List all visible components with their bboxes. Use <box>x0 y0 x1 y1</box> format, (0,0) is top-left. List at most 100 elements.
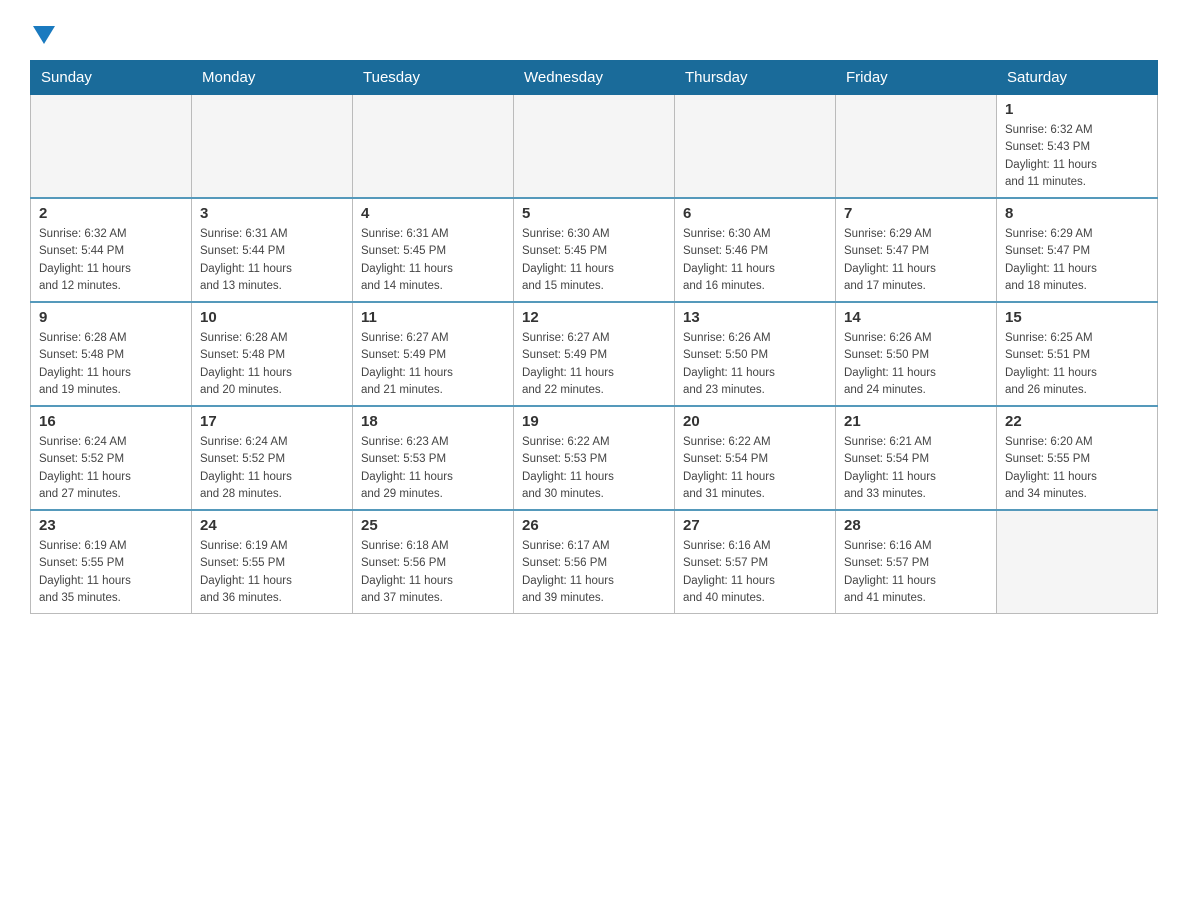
weekday-header-tuesday: Tuesday <box>353 61 514 95</box>
weekday-header-saturday: Saturday <box>997 61 1158 95</box>
day-info: Sunrise: 6:24 AM Sunset: 5:52 PM Dayligh… <box>39 434 183 503</box>
day-info: Sunrise: 6:32 AM Sunset: 5:43 PM Dayligh… <box>1005 122 1149 191</box>
weekday-header-sunday: Sunday <box>31 61 192 95</box>
day-cell: 12 Sunrise: 6:27 AM Sunset: 5:49 PM Dayli… <box>514 302 675 406</box>
day-cell: 28 Sunrise: 6:16 AM Sunset: 5:57 PM Dayli… <box>836 510 997 614</box>
day-info: Sunrise: 6:22 AM Sunset: 5:53 PM Dayligh… <box>522 434 666 503</box>
day-cell: 20Sunrise: 6:22 AM Sunset: 5:54 PM Dayli… <box>675 406 836 510</box>
day-info: Sunrise: 6:21 AM Sunset: 5:54 PM Dayligh… <box>844 434 988 503</box>
day-number: 4 <box>361 205 505 222</box>
day-info: Sunrise: 6:26 AM Sunset: 5:50 PM Dayligh… <box>683 330 827 399</box>
day-cell: 23 Sunrise: 6:19 AM Sunset: 5:55 PM Dayli… <box>31 510 192 614</box>
day-info: Sunrise: 6:16 AM Sunset: 5:57 PM Dayligh… <box>683 538 827 607</box>
day-info: Sunrise: 6:17 AM Sunset: 5:56 PM Dayligh… <box>522 538 666 607</box>
day-number: 24 <box>200 517 344 534</box>
day-info: Sunrise: 6:27 AM Sunset: 5:49 PM Dayligh… <box>361 330 505 399</box>
day-info: Sunrise: 6:19 AM Sunset: 5:55 PM Dayligh… <box>200 538 344 607</box>
day-number: 5 <box>522 205 666 222</box>
day-cell <box>353 95 514 199</box>
day-number: 7 <box>844 205 988 222</box>
day-info: Sunrise: 6:19 AM Sunset: 5:55 PM Dayligh… <box>39 538 183 607</box>
day-info: Sunrise: 6:20 AM Sunset: 5:55 PM Dayligh… <box>1005 434 1149 503</box>
day-info: Sunrise: 6:23 AM Sunset: 5:53 PM Dayligh… <box>361 434 505 503</box>
day-number: 26 <box>522 517 666 534</box>
day-cell <box>31 95 192 199</box>
day-info: Sunrise: 6:24 AM Sunset: 5:52 PM Dayligh… <box>200 434 344 503</box>
header-row: SundayMondayTuesdayWednesdayThursdayFrid… <box>31 61 1158 95</box>
day-number: 27 <box>683 517 827 534</box>
weekday-header-friday: Friday <box>836 61 997 95</box>
day-number: 2 <box>39 205 183 222</box>
day-info: Sunrise: 6:29 AM Sunset: 5:47 PM Dayligh… <box>844 226 988 295</box>
day-number: 12 <box>522 309 666 326</box>
day-info: Sunrise: 6:32 AM Sunset: 5:44 PM Dayligh… <box>39 226 183 295</box>
week-row-1: 2 Sunrise: 6:32 AM Sunset: 5:44 PM Daylig… <box>31 198 1158 302</box>
day-number: 21 <box>844 413 988 430</box>
day-cell: 25Sunrise: 6:18 AM Sunset: 5:56 PM Dayli… <box>353 510 514 614</box>
day-cell: 18 Sunrise: 6:23 AM Sunset: 5:53 PM Dayli… <box>353 406 514 510</box>
logo <box>30 20 55 50</box>
day-number: 16 <box>39 413 183 430</box>
day-info: Sunrise: 6:16 AM Sunset: 5:57 PM Dayligh… <box>844 538 988 607</box>
day-number: 17 <box>200 413 344 430</box>
day-info: Sunrise: 6:28 AM Sunset: 5:48 PM Dayligh… <box>39 330 183 399</box>
day-cell <box>997 510 1158 614</box>
week-row-2: 9Sunrise: 6:28 AM Sunset: 5:48 PM Daylig… <box>31 302 1158 406</box>
week-row-4: 23 Sunrise: 6:19 AM Sunset: 5:55 PM Dayli… <box>31 510 1158 614</box>
day-number: 25 <box>361 517 505 534</box>
day-cell: 21 Sunrise: 6:21 AM Sunset: 5:54 PM Dayli… <box>836 406 997 510</box>
day-number: 18 <box>361 413 505 430</box>
day-cell: 10 Sunrise: 6:28 AM Sunset: 5:48 PM Dayli… <box>192 302 353 406</box>
day-number: 22 <box>1005 413 1149 430</box>
week-row-0: 1 Sunrise: 6:32 AM Sunset: 5:43 PM Daylig… <box>31 95 1158 199</box>
week-row-3: 16 Sunrise: 6:24 AM Sunset: 5:52 PM Dayli… <box>31 406 1158 510</box>
day-number: 13 <box>683 309 827 326</box>
day-cell: 19 Sunrise: 6:22 AM Sunset: 5:53 PM Dayli… <box>514 406 675 510</box>
day-number: 14 <box>844 309 988 326</box>
day-number: 10 <box>200 309 344 326</box>
day-number: 11 <box>361 309 505 326</box>
day-info: Sunrise: 6:28 AM Sunset: 5:48 PM Dayligh… <box>200 330 344 399</box>
calendar-table: SundayMondayTuesdayWednesdayThursdayFrid… <box>30 60 1158 614</box>
day-info: Sunrise: 6:29 AM Sunset: 5:47 PM Dayligh… <box>1005 226 1149 295</box>
day-cell: 7 Sunrise: 6:29 AM Sunset: 5:47 PM Daylig… <box>836 198 997 302</box>
calendar-body: 1 Sunrise: 6:32 AM Sunset: 5:43 PM Daylig… <box>31 95 1158 614</box>
day-number: 19 <box>522 413 666 430</box>
day-number: 28 <box>844 517 988 534</box>
day-cell: 15Sunrise: 6:25 AM Sunset: 5:51 PM Dayli… <box>997 302 1158 406</box>
day-cell: 6 Sunrise: 6:30 AM Sunset: 5:46 PM Daylig… <box>675 198 836 302</box>
day-info: Sunrise: 6:30 AM Sunset: 5:45 PM Dayligh… <box>522 226 666 295</box>
day-cell: 2 Sunrise: 6:32 AM Sunset: 5:44 PM Daylig… <box>31 198 192 302</box>
day-cell <box>192 95 353 199</box>
day-info: Sunrise: 6:30 AM Sunset: 5:46 PM Dayligh… <box>683 226 827 295</box>
calendar-header: SundayMondayTuesdayWednesdayThursdayFrid… <box>31 61 1158 95</box>
day-number: 6 <box>683 205 827 222</box>
day-number: 15 <box>1005 309 1149 326</box>
weekday-header-thursday: Thursday <box>675 61 836 95</box>
day-cell: 5 Sunrise: 6:30 AM Sunset: 5:45 PM Daylig… <box>514 198 675 302</box>
day-cell <box>675 95 836 199</box>
weekday-header-wednesday: Wednesday <box>514 61 675 95</box>
day-cell: 1 Sunrise: 6:32 AM Sunset: 5:43 PM Daylig… <box>997 95 1158 199</box>
day-cell: 16 Sunrise: 6:24 AM Sunset: 5:52 PM Dayli… <box>31 406 192 510</box>
day-cell: 24 Sunrise: 6:19 AM Sunset: 5:55 PM Dayli… <box>192 510 353 614</box>
day-number: 3 <box>200 205 344 222</box>
day-number: 23 <box>39 517 183 534</box>
day-cell <box>836 95 997 199</box>
weekday-header-monday: Monday <box>192 61 353 95</box>
day-cell: 11 Sunrise: 6:27 AM Sunset: 5:49 PM Dayli… <box>353 302 514 406</box>
day-info: Sunrise: 6:27 AM Sunset: 5:49 PM Dayligh… <box>522 330 666 399</box>
page-header <box>30 20 1158 50</box>
day-cell: 3Sunrise: 6:31 AM Sunset: 5:44 PM Daylig… <box>192 198 353 302</box>
day-info: Sunrise: 6:31 AM Sunset: 5:45 PM Dayligh… <box>361 226 505 295</box>
day-cell: 4 Sunrise: 6:31 AM Sunset: 5:45 PM Daylig… <box>353 198 514 302</box>
day-cell <box>514 95 675 199</box>
day-number: 20 <box>683 413 827 430</box>
day-number: 1 <box>1005 101 1149 118</box>
day-cell: 14Sunrise: 6:26 AM Sunset: 5:50 PM Dayli… <box>836 302 997 406</box>
day-cell: 9Sunrise: 6:28 AM Sunset: 5:48 PM Daylig… <box>31 302 192 406</box>
day-cell: 27 Sunrise: 6:16 AM Sunset: 5:57 PM Dayli… <box>675 510 836 614</box>
day-cell: 17 Sunrise: 6:24 AM Sunset: 5:52 PM Dayli… <box>192 406 353 510</box>
day-cell: 22 Sunrise: 6:20 AM Sunset: 5:55 PM Dayli… <box>997 406 1158 510</box>
day-cell: 26 Sunrise: 6:17 AM Sunset: 5:56 PM Dayli… <box>514 510 675 614</box>
